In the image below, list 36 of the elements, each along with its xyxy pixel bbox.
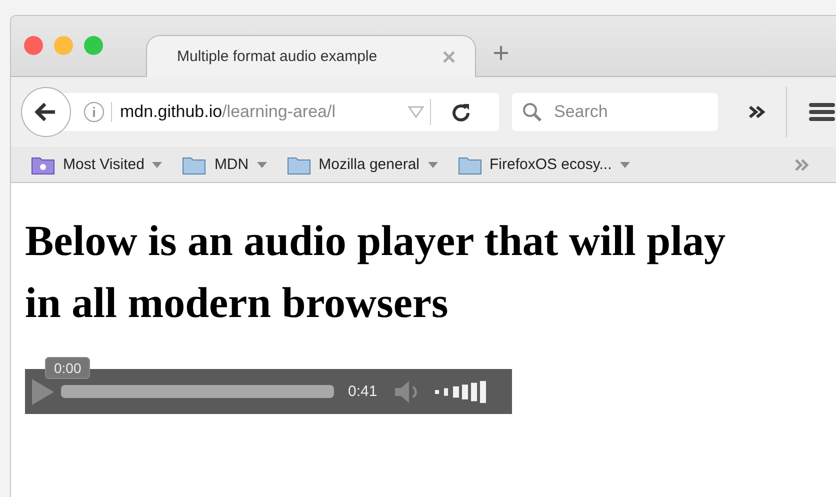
minimize-window-button[interactable] — [54, 36, 73, 55]
search-icon — [522, 102, 542, 122]
browser-tab[interactable]: Multiple format audio example — [146, 35, 476, 77]
duration-text: 0:41 — [348, 383, 378, 400]
progress-track[interactable] — [61, 385, 334, 398]
dropdown-caret-icon — [152, 162, 162, 168]
bookmark-folder[interactable]: Most Visited — [31, 154, 162, 174]
page-heading: Below is an audio player that will play in all modern browsers — [25, 217, 726, 329]
folder-icon — [182, 154, 206, 174]
bookmark-folder[interactable]: Mozilla general — [286, 154, 438, 174]
overflow-chevron-icon[interactable] — [748, 105, 766, 119]
dropdown-caret-icon — [256, 162, 267, 168]
search-field[interactable]: Search — [512, 93, 718, 131]
play-button[interactable] — [31, 378, 55, 406]
menu-icon[interactable] — [809, 102, 835, 122]
search-input[interactable]: Search — [552, 101, 706, 123]
folder-icon — [286, 154, 311, 174]
close-tab-icon[interactable] — [443, 50, 455, 62]
dropdown-caret-icon — [620, 162, 630, 168]
reload-icon[interactable] — [451, 102, 471, 122]
bookmarks-overflow-icon[interactable] — [794, 158, 810, 170]
dropdown-triangle-icon[interactable] — [408, 106, 424, 118]
tab-title: Multiple format audio example — [177, 48, 378, 65]
url-text: mdn.github.io/learning-area/l — [111, 102, 402, 122]
back-arrow-icon — [35, 102, 57, 122]
maximize-window-button[interactable] — [84, 36, 103, 55]
info-icon[interactable] — [83, 101, 105, 123]
time-tooltip: 0:00 — [45, 357, 90, 379]
close-window-button[interactable] — [24, 36, 43, 55]
bookmark-folder[interactable]: MDN — [182, 154, 267, 174]
back-button[interactable] — [21, 87, 71, 137]
smart-folder-icon — [31, 154, 55, 174]
dropdown-caret-icon — [428, 162, 438, 168]
new-tab-button[interactable] — [492, 44, 510, 62]
folder-icon — [458, 154, 482, 174]
bookmark-folder[interactable]: FirefoxOS ecosy... — [458, 154, 630, 174]
